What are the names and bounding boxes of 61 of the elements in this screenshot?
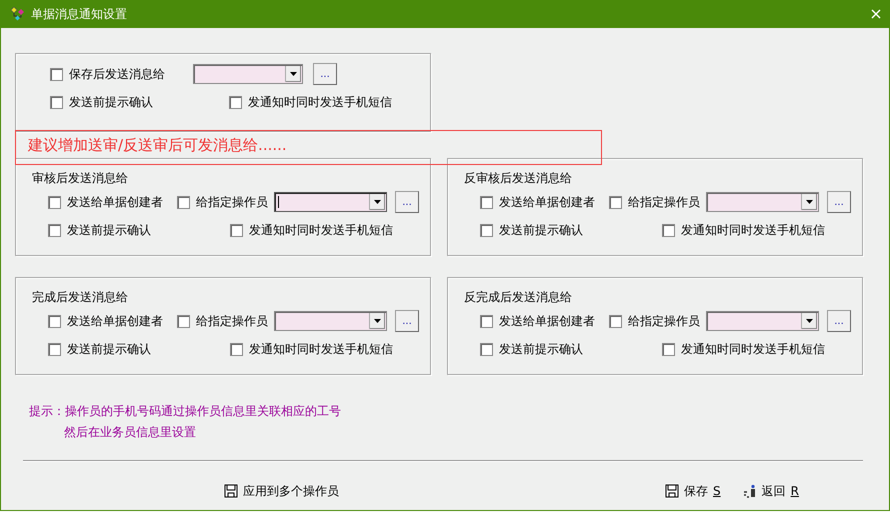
checkbox-label: 发送前提示确认	[499, 222, 583, 238]
checkbox-label: 发送给单据创建者	[67, 194, 163, 210]
browse-button[interactable]: ...	[395, 310, 419, 332]
browse-button[interactable]: ...	[827, 310, 851, 332]
checkbox-label: 给指定操作员	[628, 194, 700, 210]
text-cursor	[278, 196, 279, 208]
checkbox[interactable]	[177, 314, 190, 328]
window-title: 单据消息通知设置	[31, 6, 128, 22]
checkbox[interactable]	[609, 314, 622, 328]
checkbox[interactable]	[48, 314, 61, 328]
checkbox-label: 发通知时同时发送手机短信	[249, 340, 393, 358]
toolbar-button[interactable]: 保存 S	[665, 482, 721, 500]
checkbox[interactable]	[50, 68, 63, 80]
dropdown[interactable]	[274, 192, 387, 212]
checkbox-label: 发送前提示确认	[499, 340, 583, 358]
group-title: 反审核后发送消息给	[464, 170, 573, 187]
checkbox-label: 发送给单据创建者	[499, 194, 595, 210]
checkbox[interactable]	[609, 196, 622, 208]
checkbox[interactable]	[230, 224, 243, 236]
checkbox[interactable]	[48, 342, 61, 356]
floppy-disk-icon	[224, 484, 238, 498]
checkbox[interactable]	[230, 342, 243, 356]
hint-text: 提示：操作员的手机号码通过操作员信息里关联相应的工号	[29, 403, 342, 420]
checkbox-label: 给指定操作员	[628, 312, 700, 330]
checkbox[interactable]	[177, 196, 190, 208]
checkbox[interactable]	[662, 342, 675, 356]
browse-button[interactable]: ...	[827, 191, 851, 213]
close-icon[interactable]	[869, 7, 883, 21]
hint-text: 然后在业务员信息里设置	[63, 424, 197, 441]
checkbox-label: 发通知时同时发送手机短信	[681, 222, 825, 238]
checkbox-label: 发通知时同时发送手机短信	[249, 222, 393, 238]
floppy-disk-icon	[665, 484, 679, 498]
checkbox[interactable]	[480, 314, 493, 328]
checkbox-label: 发通知时同时发送手机短信	[248, 94, 392, 110]
group-title: 审核后发送消息给	[32, 170, 129, 187]
checkbox[interactable]	[48, 224, 61, 236]
checkbox[interactable]	[50, 96, 63, 108]
checkbox-label: 发送前提示确认	[69, 94, 153, 110]
checkbox-label: 发送前提示确认	[67, 222, 151, 238]
browse-button[interactable]: ...	[395, 191, 419, 213]
browse-button[interactable]: ...	[313, 63, 337, 85]
toolbar-button[interactable]: 应用到多个操作员	[224, 482, 339, 500]
checkbox[interactable]	[229, 96, 242, 108]
checkbox[interactable]	[480, 342, 493, 356]
group-title: 反完成后发送消息给	[464, 289, 573, 306]
checkbox-label: 给指定操作员	[196, 312, 268, 330]
annotation-note: 建议增加送审/反送审后可发消息给......	[15, 130, 602, 165]
checkbox[interactable]	[48, 196, 61, 208]
toolbar-button[interactable]: 返回 R	[742, 482, 799, 500]
checkbox[interactable]	[662, 224, 675, 236]
checkbox[interactable]	[480, 196, 493, 208]
checkbox-label: 给指定操作员	[196, 194, 268, 210]
group-title: 完成后发送消息给	[32, 289, 129, 306]
person-exit-icon	[742, 484, 757, 498]
checkbox-label: 保存后发送消息给	[69, 66, 165, 82]
checkbox-label: 发送给单据创建者	[499, 312, 595, 330]
checkbox-label: 发送前提示确认	[67, 340, 151, 358]
checkbox[interactable]	[480, 224, 493, 236]
checkbox-label: 发送给单据创建者	[67, 312, 163, 330]
app-icon	[9, 6, 25, 22]
checkbox-label: 发通知时同时发送手机短信	[681, 340, 825, 358]
